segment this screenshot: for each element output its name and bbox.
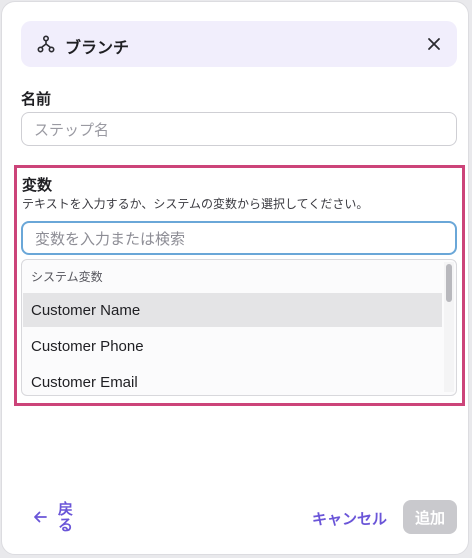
- scrollbar-thumb[interactable]: [446, 264, 452, 302]
- dropdown-scrollbar[interactable]: [444, 262, 454, 392]
- back-label-line1: 戻: [58, 501, 74, 518]
- dropdown-group-label: システム変数: [31, 270, 103, 284]
- dropdown-item-customer-name[interactable]: Customer Name: [23, 293, 442, 327]
- back-button-label: 戻 る: [58, 502, 74, 534]
- variable-search-input[interactable]: 変数を入力または検索: [21, 221, 457, 255]
- step-name-input[interactable]: ステップ名: [21, 112, 457, 146]
- arrow-left-icon: [34, 511, 47, 523]
- name-label: 名前: [21, 91, 52, 108]
- variable-dropdown: システム変数 Customer Name Customer Phone Cust…: [21, 259, 457, 396]
- dropdown-item-label: Customer Email: [31, 373, 138, 391]
- dropdown-item-label: Customer Phone: [31, 337, 144, 355]
- branch-icon: [37, 35, 55, 53]
- dropdown-item-label: Customer Name: [31, 301, 141, 319]
- variable-label: 変数: [22, 177, 53, 194]
- cancel-button[interactable]: キャンセル: [312, 508, 387, 529]
- dialog-title: ブランチ: [65, 40, 130, 57]
- variable-search-placeholder: 変数を入力または検索: [35, 230, 186, 248]
- variable-hint: テキストを入力するか、システムの変数から選択してください。: [22, 197, 369, 211]
- step-name-placeholder: ステップ名: [34, 121, 110, 139]
- branch-dialog: ブランチ 名前 ステップ名 変数 テキストを入力するか、システムの変数から選択し…: [1, 1, 469, 555]
- back-label-line2: る: [58, 517, 74, 534]
- add-button[interactable]: 追加: [403, 500, 457, 534]
- dropdown-item-customer-email[interactable]: Customer Email: [23, 365, 442, 395]
- dropdown-item-customer-phone[interactable]: Customer Phone: [23, 329, 442, 363]
- close-icon[interactable]: [424, 34, 444, 54]
- dialog-header: ブランチ: [21, 21, 457, 67]
